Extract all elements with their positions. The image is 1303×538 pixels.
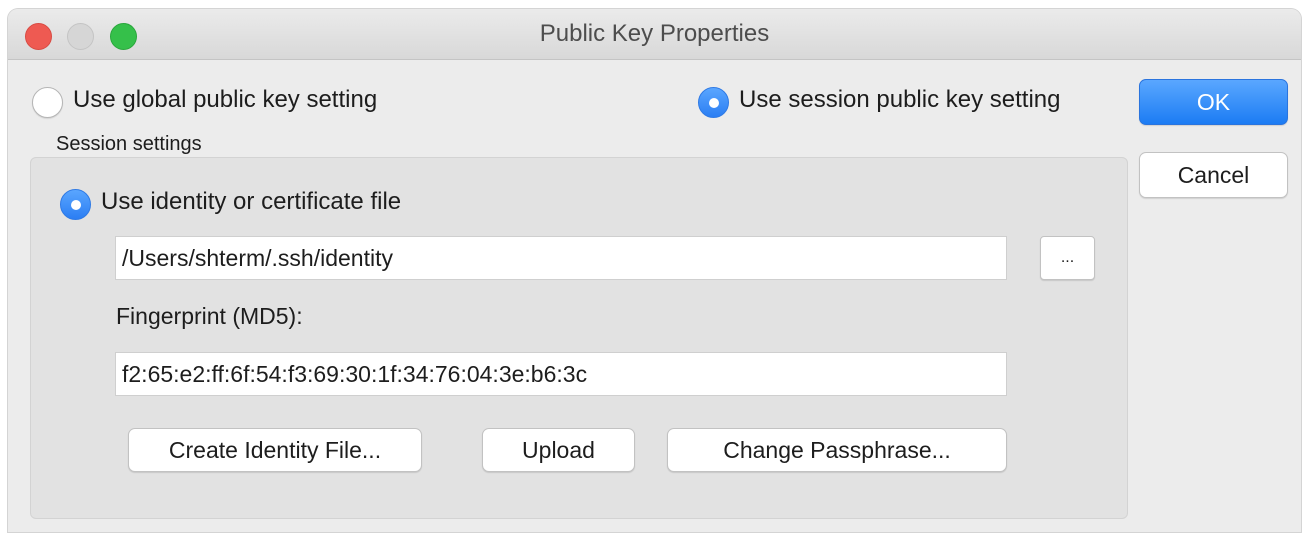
identity-path-field[interactable]: /Users/shterm/.ssh/identity bbox=[115, 236, 1007, 280]
use-identity-file-option[interactable]: Use identity or certificate file bbox=[60, 187, 402, 220]
session-settings-label: Session settings bbox=[48, 133, 210, 156]
public-key-properties-window: Public Key Properties Use global public … bbox=[8, 9, 1301, 532]
use-global-setting-option[interactable]: Use global public key setting bbox=[32, 85, 378, 118]
window-title: Public Key Properties bbox=[539, 20, 770, 47]
fingerprint-label: Fingerprint (MD5): bbox=[116, 303, 303, 329]
global-setting-label: Use global public key setting bbox=[73, 85, 378, 113]
session-setting-radio[interactable] bbox=[698, 87, 729, 118]
identity-file-radio[interactable] bbox=[60, 189, 91, 220]
identity-file-radio-label: Use identity or certificate file bbox=[101, 187, 402, 215]
title-bar[interactable]: Public Key Properties bbox=[8, 9, 1301, 60]
cancel-button[interactable]: Cancel bbox=[1139, 152, 1288, 198]
browse-button[interactable]: ... bbox=[1040, 236, 1095, 280]
create-identity-file-button[interactable]: Create Identity File... bbox=[128, 428, 422, 472]
fingerprint-field[interactable]: f2:65:e2:ff:6f:54:f3:69:30:1f:34:76:04:3… bbox=[115, 352, 1007, 396]
session-setting-label: Use session public key setting bbox=[739, 85, 1061, 113]
use-session-setting-option[interactable]: Use session public key setting bbox=[698, 85, 1061, 118]
global-setting-radio[interactable] bbox=[32, 87, 63, 118]
change-passphrase-button[interactable]: Change Passphrase... bbox=[667, 428, 1007, 472]
ok-button[interactable]: OK bbox=[1139, 79, 1288, 125]
upload-button[interactable]: Upload bbox=[482, 428, 635, 472]
